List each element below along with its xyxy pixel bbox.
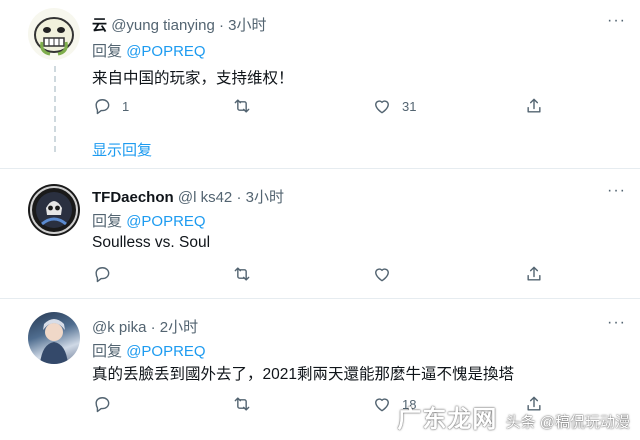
heart-icon xyxy=(375,398,389,412)
reply-context: 回复 @POPREQ xyxy=(92,210,206,231)
tweet-actions xyxy=(92,264,612,288)
divider xyxy=(0,168,640,169)
retweet-icon xyxy=(234,99,250,113)
tweet-text: Soulless vs. Soul xyxy=(92,234,211,251)
like-button[interactable] xyxy=(372,264,402,284)
tweet[interactable]: TFDaechon @l ks42 · 3小时 ··· 回复 @POPREQ S… xyxy=(0,170,640,298)
tweet[interactable]: 云 @yung tianying · 3小时 ··· 回复 @POPREQ 来自… xyxy=(0,0,640,168)
reply-count: 1 xyxy=(122,98,130,114)
more-icon[interactable]: ··· xyxy=(607,12,626,30)
retweet-button[interactable] xyxy=(232,96,262,116)
reply-context: 回复 @POPREQ xyxy=(92,340,206,361)
user-handle[interactable]: @yung tianying xyxy=(111,17,215,34)
watermark-caption: 头条 @稿侃玩动漫 xyxy=(505,414,630,431)
display-name[interactable]: 云 xyxy=(92,17,107,34)
retweet-icon xyxy=(234,267,250,281)
reply-button[interactable]: 1 xyxy=(92,96,129,116)
skull-logo-icon xyxy=(30,186,78,234)
tweet-header: @k pika · 2小时 xyxy=(92,316,198,337)
reply-button[interactable] xyxy=(92,264,122,284)
retweet-button[interactable] xyxy=(232,394,262,414)
share-button[interactable] xyxy=(524,264,544,284)
avatar[interactable] xyxy=(28,312,80,364)
reply-icon xyxy=(95,99,110,115)
user-handle[interactable]: @k pika xyxy=(92,319,146,336)
show-replies-link[interactable]: 显示回复 xyxy=(92,139,152,160)
separator-dot: · xyxy=(236,189,242,206)
tweet-text: 来自中国的玩家，支持维权！ xyxy=(92,70,294,87)
like-count: 31 xyxy=(402,98,417,114)
reply-icon xyxy=(95,397,110,413)
anime-character-icon xyxy=(40,319,68,364)
retweet-icon xyxy=(234,397,250,411)
user-handle[interactable]: @l ks42 xyxy=(178,189,232,206)
tweet-header: 云 @yung tianying · 3小时 xyxy=(92,14,267,35)
like-button[interactable]: 31 xyxy=(372,96,416,116)
heart-icon xyxy=(375,100,389,114)
timestamp[interactable]: 3小时 xyxy=(228,17,266,34)
timestamp[interactable]: 3小时 xyxy=(246,189,284,206)
reply-mention-link[interactable]: @POPREQ xyxy=(126,343,205,360)
avatar[interactable] xyxy=(28,8,80,60)
share-icon xyxy=(527,266,541,281)
thread-line xyxy=(54,66,56,156)
display-name[interactable]: TFDaechon xyxy=(92,189,174,206)
tweet-text: 真的丢臉丢到國外去了，2021剩兩天還能那麼牛逼不愧是換塔 xyxy=(92,366,514,383)
tweet-actions: 1 31 xyxy=(92,96,612,120)
retweet-button[interactable] xyxy=(232,264,262,284)
reply-button[interactable] xyxy=(92,394,122,414)
tweet-header: TFDaechon @l ks42 · 3小时 xyxy=(92,186,284,207)
reply-prefix: 回复 xyxy=(92,343,123,360)
timestamp[interactable]: 2小时 xyxy=(160,319,198,336)
separator-dot: · xyxy=(218,17,224,34)
divider xyxy=(0,298,640,299)
reply-prefix: 回复 xyxy=(92,43,123,60)
reply-prefix: 回复 xyxy=(92,213,123,230)
separator-dot: · xyxy=(150,319,156,336)
reply-mention-link[interactable]: @POPREQ xyxy=(126,213,205,230)
watermark-brand: 广东龙网 xyxy=(397,406,498,433)
more-icon[interactable]: ··· xyxy=(607,182,626,200)
share-icon xyxy=(527,98,541,113)
reply-icon xyxy=(95,267,110,283)
cartoon-face-icon xyxy=(34,17,74,56)
heart-icon xyxy=(375,268,389,282)
more-icon[interactable]: ··· xyxy=(607,314,626,332)
reply-context: 回复 @POPREQ xyxy=(92,40,206,61)
share-button[interactable] xyxy=(524,96,544,116)
watermark: 广东龙网 头条 @稿侃玩动漫 xyxy=(397,399,630,434)
avatar[interactable] xyxy=(28,184,80,236)
reply-mention-link[interactable]: @POPREQ xyxy=(126,43,205,60)
